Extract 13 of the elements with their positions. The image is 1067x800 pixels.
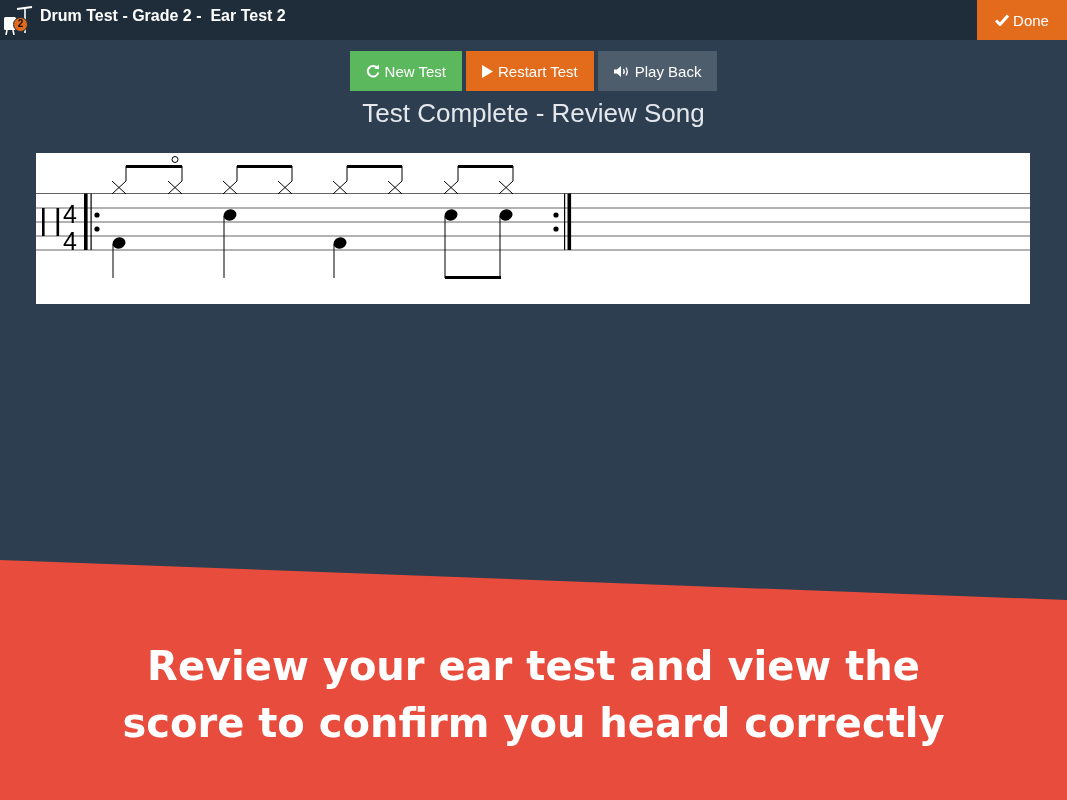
window-title: Drum Test - Grade 2 - Ear Test 2 [40, 7, 286, 25]
play-back-button[interactable]: Play Back [597, 51, 718, 91]
new-test-button[interactable]: New Test [349, 51, 462, 91]
refresh-icon [365, 64, 380, 78]
restart-test-button[interactable]: Restart Test [465, 51, 594, 91]
done-button[interactable]: Done [977, 0, 1067, 40]
time-signature-top: 4 [63, 200, 77, 228]
status-heading: Test Complete - Review Song [361, 97, 706, 129]
speaker-icon [613, 65, 630, 77]
check-icon [995, 14, 1010, 26]
caption-text: Review your ear test and view the score to confirm you heard correctly [121, 642, 946, 748]
play-icon [481, 64, 493, 78]
time-signature-bottom: 4 [63, 227, 77, 255]
